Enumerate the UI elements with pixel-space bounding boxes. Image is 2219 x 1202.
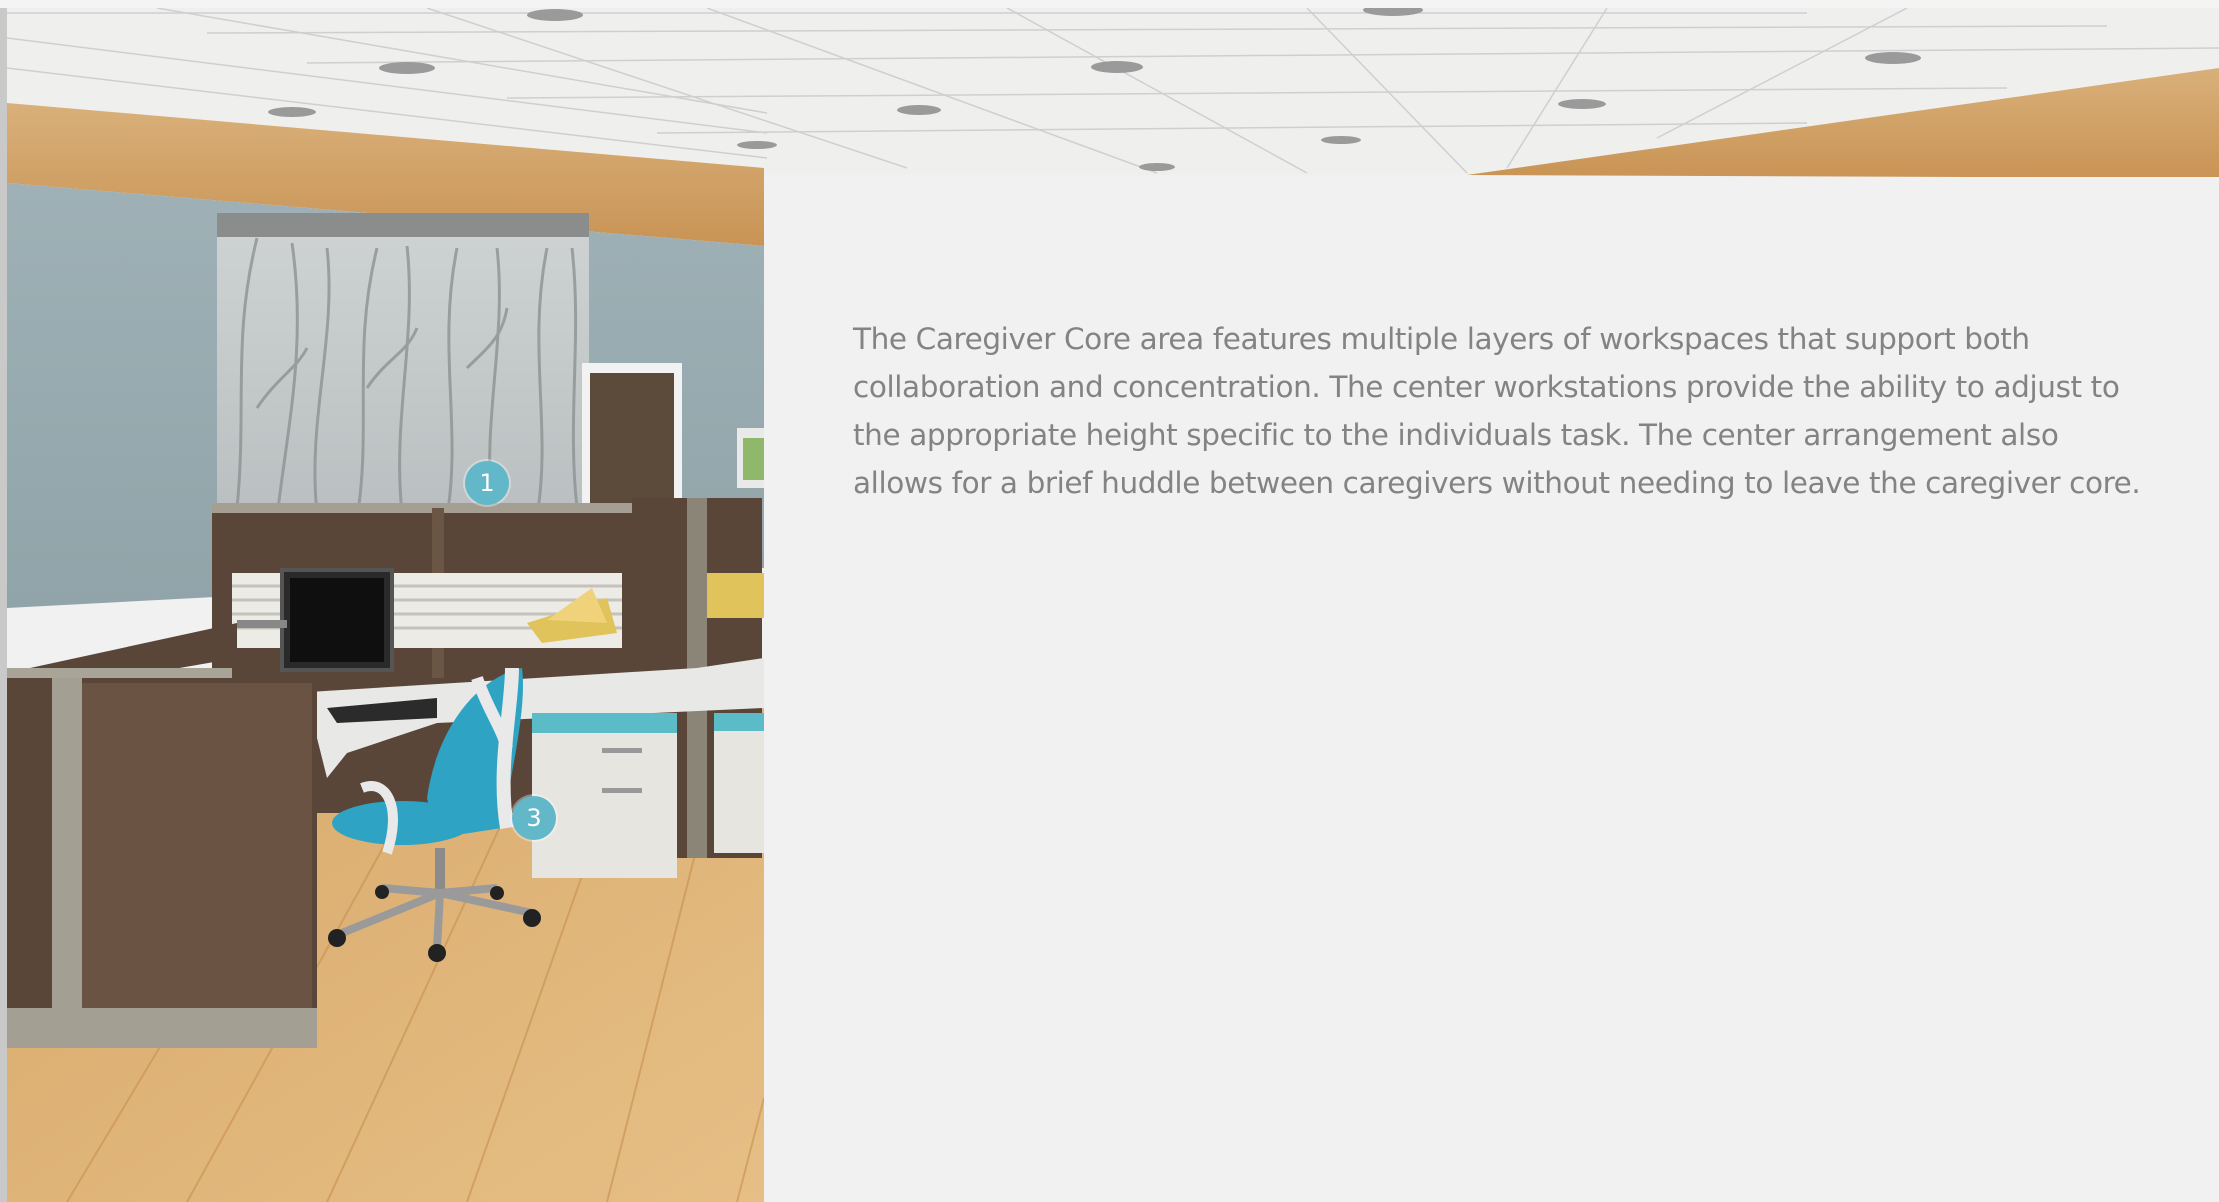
description-text: The Caregiver Core area features multipl… [853,322,2141,500]
left-edge [0,8,7,1202]
hotspot-marker-3[interactable]: 3 [512,796,556,840]
top-strip [0,0,2219,8]
hotspot-marker-1[interactable]: 1 [465,461,509,505]
description-panel: The Caregiver Core area features multipl… [764,177,2219,1202]
